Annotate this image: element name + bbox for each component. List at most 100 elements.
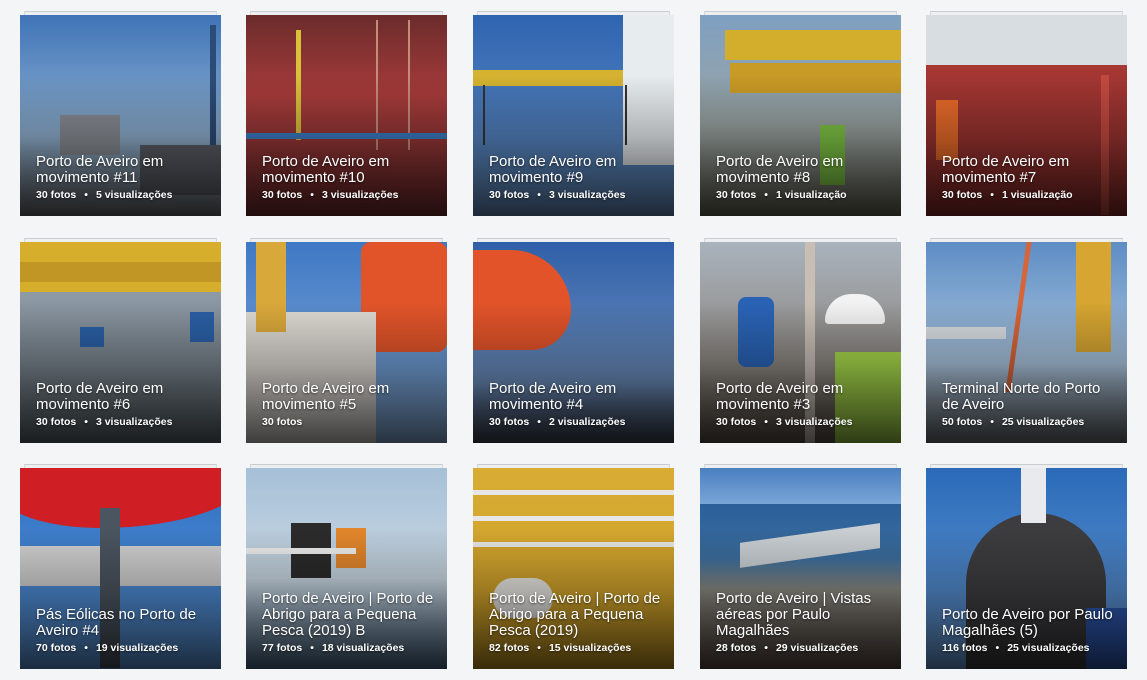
photo-count: 50 fotos	[942, 416, 983, 428]
album-stats: 70 fotos • 19 visualizações	[36, 642, 211, 654]
album-card[interactable]: Porto de Aveiro | Porto de Abrigo para a…	[473, 464, 674, 669]
album-meta: Porto de Aveiro | Vistas aéreas por Paul…	[716, 591, 891, 655]
view-count: 29 visualizações	[775, 642, 859, 654]
photo-count: 30 fotos	[489, 416, 530, 428]
album-title[interactable]: Porto de Aveiro em movimento #4	[489, 381, 664, 413]
album-title[interactable]: Terminal Norte do Porto de Aveiro	[942, 381, 1117, 413]
photo-count: 30 fotos	[716, 189, 757, 201]
view-count: 5 visualizações	[95, 189, 173, 201]
album-title[interactable]: Porto de Aveiro | Vistas aéreas por Paul…	[716, 591, 891, 639]
separator-dot: •	[764, 642, 768, 654]
album-card[interactable]: Porto de Aveiro em movimento #3 30 fotos…	[700, 238, 901, 443]
album-card[interactable]: Porto de Aveiro em movimento #11 30 foto…	[20, 11, 221, 216]
album-meta: Porto de Aveiro em movimento #10 30 foto…	[262, 154, 437, 202]
album-title[interactable]: Porto de Aveiro em movimento #7	[942, 154, 1117, 186]
album-card[interactable]: Porto de Aveiro em movimento #10 30 foto…	[246, 11, 447, 216]
view-count: 1 visualização	[1001, 189, 1073, 201]
separator-dot: •	[84, 416, 88, 428]
album-meta: Terminal Norte do Porto de Aveiro 50 fot…	[942, 381, 1117, 429]
album-stats: 116 fotos • 25 visualizações	[942, 642, 1117, 654]
album-meta: Porto de Aveiro por Paulo Magalhães (5) …	[942, 607, 1117, 655]
album-meta: Porto de Aveiro em movimento #8 30 fotos…	[716, 154, 891, 202]
album-card[interactable]: Pás Eólicas no Porto de Aveiro #4 70 fot…	[20, 464, 221, 669]
album-card[interactable]: Porto de Aveiro em movimento #9 30 fotos…	[473, 11, 674, 216]
view-count: 2 visualizações	[548, 416, 626, 428]
album-title[interactable]: Pás Eólicas no Porto de Aveiro #4	[36, 607, 211, 639]
separator-dot: •	[995, 642, 1000, 654]
photo-count: 30 fotos	[36, 189, 77, 201]
album-card[interactable]: Terminal Norte do Porto de Aveiro 50 fot…	[926, 238, 1127, 443]
view-count: 3 visualizações	[321, 189, 399, 201]
album-title[interactable]: Porto de Aveiro em movimento #3	[716, 381, 891, 413]
album-card[interactable]: Porto de Aveiro em movimento #5 30 fotos	[246, 238, 447, 443]
album-meta: Porto de Aveiro em movimento #5 30 fotos	[262, 381, 437, 429]
album-stats: 30 fotos • 3 visualizações	[262, 189, 437, 201]
photo-count: 30 fotos	[489, 189, 530, 201]
album-card[interactable]: Porto de Aveiro | Vistas aéreas por Paul…	[700, 464, 901, 669]
album-card[interactable]: Porto de Aveiro em movimento #4 30 fotos…	[473, 238, 674, 443]
album-stats: 30 fotos • 2 visualizações	[489, 416, 664, 428]
album-grid: Porto de Aveiro em movimento #11 30 foto…	[0, 0, 1147, 680]
album-meta: Porto de Aveiro em movimento #3 30 fotos…	[716, 381, 891, 429]
separator-dot: •	[764, 416, 768, 428]
photo-count: 70 fotos	[36, 642, 77, 654]
album-stats: 50 fotos • 25 visualizações	[942, 416, 1117, 428]
album-card[interactable]: Porto de Aveiro em movimento #8 30 fotos…	[700, 11, 901, 216]
photo-count: 30 fotos	[36, 416, 77, 428]
separator-dot: •	[84, 642, 88, 654]
view-count: 15 visualizações	[548, 642, 632, 654]
album-meta: Porto de Aveiro em movimento #6 30 fotos…	[36, 381, 211, 429]
album-meta: Porto de Aveiro em movimento #7 30 fotos…	[942, 154, 1117, 202]
album-card[interactable]: Porto de Aveiro | Porto de Abrigo para a…	[246, 464, 447, 669]
separator-dot: •	[84, 189, 88, 201]
album-meta: Porto de Aveiro | Porto de Abrigo para a…	[489, 591, 664, 655]
separator-dot: •	[310, 189, 314, 201]
photo-count: 82 fotos	[489, 642, 530, 654]
photo-count: 77 fotos	[262, 642, 303, 654]
view-count: 1 visualização	[775, 189, 847, 201]
view-count: 25 visualizações	[1001, 416, 1085, 428]
album-stats: 30 fotos • 3 visualizações	[489, 189, 664, 201]
view-count: 3 visualizações	[775, 416, 853, 428]
album-card[interactable]: Porto de Aveiro em movimento #7 30 fotos…	[926, 11, 1127, 216]
album-meta: Porto de Aveiro em movimento #9 30 fotos…	[489, 154, 664, 202]
separator-dot: •	[537, 189, 541, 201]
separator-dot: •	[764, 189, 768, 201]
view-count: 3 visualizações	[95, 416, 173, 428]
album-stats: 30 fotos • 3 visualizações	[716, 416, 891, 428]
album-stats: 77 fotos • 18 visualizações	[262, 642, 437, 654]
separator-dot: •	[537, 642, 541, 654]
separator-dot: •	[310, 642, 314, 654]
album-stats: 30 fotos • 1 visualização	[942, 189, 1117, 201]
album-card[interactable]: Porto de Aveiro por Paulo Magalhães (5) …	[926, 464, 1127, 669]
photo-count: 28 fotos	[716, 642, 757, 654]
album-title[interactable]: Porto de Aveiro | Porto de Abrigo para a…	[262, 591, 437, 639]
album-title[interactable]: Porto de Aveiro em movimento #10	[262, 154, 437, 186]
view-count: 18 visualizações	[321, 642, 405, 654]
photo-count: 30 fotos	[942, 189, 983, 201]
separator-dot: •	[537, 416, 541, 428]
album-meta: Porto de Aveiro | Porto de Abrigo para a…	[262, 591, 437, 655]
album-card[interactable]: Porto de Aveiro em movimento #6 30 fotos…	[20, 238, 221, 443]
view-count: 25 visualizações	[1007, 642, 1090, 654]
album-stats: 28 fotos • 29 visualizações	[716, 642, 891, 654]
album-stats: 30 fotos • 1 visualização	[716, 189, 891, 201]
album-stats: 30 fotos • 3 visualizações	[36, 416, 211, 428]
album-title[interactable]: Porto de Aveiro por Paulo Magalhães (5)	[942, 607, 1117, 639]
album-meta: Porto de Aveiro em movimento #4 30 fotos…	[489, 381, 664, 429]
photo-count: 30 fotos	[262, 189, 303, 201]
album-title[interactable]: Porto de Aveiro em movimento #11	[36, 154, 211, 186]
photo-count: 116 fotos	[942, 642, 988, 654]
album-title[interactable]: Porto de Aveiro | Porto de Abrigo para a…	[489, 591, 664, 639]
album-stats: 82 fotos • 15 visualizações	[489, 642, 664, 654]
separator-dot: •	[990, 416, 994, 428]
album-title[interactable]: Porto de Aveiro em movimento #5	[262, 381, 437, 413]
album-title[interactable]: Porto de Aveiro em movimento #8	[716, 154, 891, 186]
view-count: 3 visualizações	[548, 189, 626, 201]
album-title[interactable]: Porto de Aveiro em movimento #6	[36, 381, 211, 413]
photo-count: 30 fotos	[716, 416, 757, 428]
album-meta: Porto de Aveiro em movimento #11 30 foto…	[36, 154, 211, 202]
separator-dot: •	[990, 189, 994, 201]
album-stats: 30 fotos • 5 visualizações	[36, 189, 211, 201]
album-title[interactable]: Porto de Aveiro em movimento #9	[489, 154, 664, 186]
